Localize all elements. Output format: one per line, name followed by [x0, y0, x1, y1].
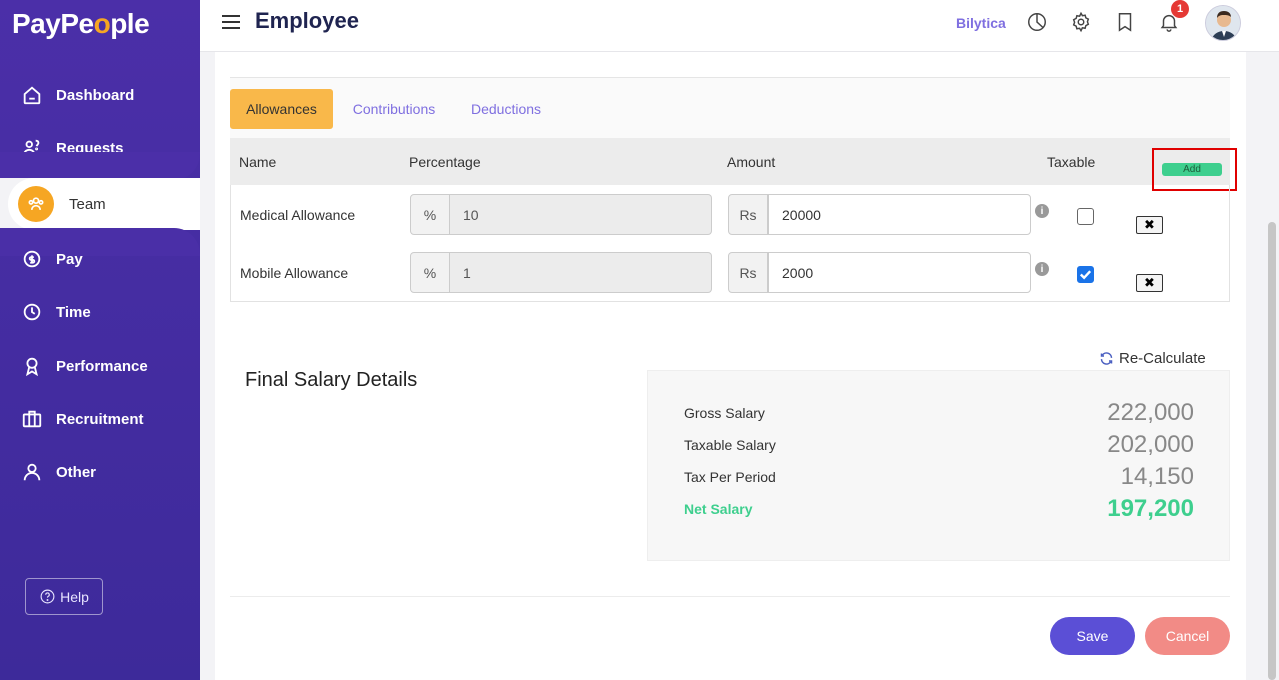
currency-addon: Rs [728, 252, 768, 293]
table-row: Mobile Allowance % 1 Rs 2000 i ✖ [231, 243, 1231, 301]
remove-row-button[interactable]: ✖ [1136, 274, 1163, 292]
sidebar: PayPeople Dashboard Requests Team Pay Ti… [0, 0, 200, 680]
sidebar-item-label: Other [56, 463, 97, 481]
sidebar-item-label: Recruitment [56, 410, 144, 428]
taxable-salary-value: 202,000 [1107, 431, 1194, 458]
refresh-icon [1100, 352, 1113, 365]
allowance-name: Medical Allowance [240, 207, 356, 223]
percentage-input[interactable]: 10 [450, 194, 712, 235]
table-row: Medical Allowance % 10 Rs 20000 i ✖ [231, 185, 1231, 243]
net-salary-label: Net Salary [684, 501, 753, 517]
column-name: Name [239, 154, 277, 170]
notification-badge: 1 [1171, 0, 1189, 18]
app-logo[interactable]: PayPeople [12, 8, 150, 40]
save-button[interactable]: Save [1050, 617, 1135, 655]
tax-per-period-label: Tax Per Period [684, 469, 776, 485]
percentage-input[interactable]: 1 [450, 252, 712, 293]
taxable-checkbox[interactable] [1077, 208, 1094, 225]
allowances-table: Medical Allowance % 10 Rs 20000 i ✖ Mobi… [230, 185, 1230, 302]
avatar[interactable] [1205, 5, 1241, 41]
pay-icon [20, 247, 44, 271]
column-amount: Amount [727, 154, 776, 170]
company-name[interactable]: Bilytica [956, 15, 1006, 31]
gross-salary-value: 222,000 [1107, 399, 1194, 426]
scrollbar[interactable] [1268, 222, 1276, 680]
check-icon [1079, 270, 1092, 280]
sidebar-item-label: Performance [56, 357, 148, 375]
sidebar-item-other[interactable]: Other [0, 450, 200, 494]
cancel-button[interactable]: Cancel [1145, 617, 1230, 655]
tab-deductions[interactable]: Deductions [460, 89, 552, 129]
table-header: Name Percentage Amount Taxable [230, 138, 1230, 185]
sidebar-item-label: Time [56, 303, 91, 321]
tab-contributions[interactable]: Contributions [340, 89, 448, 129]
currency-addon: Rs [728, 194, 768, 235]
sidebar-item-time[interactable]: Time [0, 290, 200, 334]
team-icon [18, 186, 54, 222]
bookmark-icon[interactable] [1114, 11, 1138, 35]
home-icon [20, 83, 44, 107]
final-salary-title: Final Salary Details [245, 369, 418, 391]
menu-icon[interactable] [222, 15, 240, 29]
sidebar-item-recruitment[interactable]: Recruitment [0, 397, 200, 441]
tab-allowances[interactable]: Allowances [230, 89, 333, 129]
info-icon[interactable]: i [1035, 204, 1049, 218]
column-taxable: Taxable [1047, 154, 1096, 170]
taxable-salary-label: Taxable Salary [684, 437, 776, 453]
nav-curve [0, 152, 200, 180]
help-label: Help [60, 588, 89, 605]
column-percentage: Percentage [409, 154, 481, 170]
user-icon [20, 460, 44, 484]
tabs-bar: Allowances Contributions Deductions [230, 77, 1230, 138]
clock-icon [20, 300, 44, 324]
award-icon [20, 354, 44, 378]
percent-addon: % [410, 194, 450, 235]
tax-per-period-value: 14,150 [1120, 463, 1194, 490]
sidebar-item-performance[interactable]: Performance [0, 344, 200, 388]
help-button[interactable]: Help [25, 578, 103, 615]
recalculate-button[interactable]: Re-Calculate [1099, 350, 1206, 367]
taxable-checkbox[interactable] [1077, 266, 1094, 283]
remove-row-button[interactable]: ✖ [1136, 216, 1163, 234]
help-icon [40, 589, 55, 604]
net-salary-value: 197,200 [1107, 495, 1194, 522]
gross-salary-label: Gross Salary [684, 405, 765, 421]
sidebar-item-dashboard[interactable]: Dashboard [0, 73, 200, 117]
allowance-name: Mobile Allowance [240, 265, 349, 281]
percent-addon: % [410, 252, 450, 293]
divider [230, 596, 1230, 597]
top-header: Employee Bilytica 1 [200, 0, 1279, 52]
sidebar-item-team[interactable]: Team [0, 178, 200, 230]
gear-icon[interactable] [1070, 11, 1094, 35]
sidebar-item-label: Team [69, 195, 106, 213]
sidebar-item-label: Pay [56, 250, 83, 268]
recalculate-label: Re-Calculate [1119, 350, 1206, 367]
active-pill: Team [8, 178, 200, 230]
salary-summary: Gross Salary 222,000 Taxable Salary 202,… [647, 370, 1230, 561]
page-title: Employee [255, 8, 359, 33]
briefcase-icon [20, 407, 44, 431]
amount-input[interactable]: 2000 [768, 252, 1031, 293]
info-icon[interactable]: i [1035, 262, 1049, 276]
pie-chart-icon[interactable] [1026, 11, 1050, 35]
sidebar-item-label: Dashboard [56, 86, 135, 104]
amount-input[interactable]: 20000 [768, 194, 1031, 235]
sidebar-item-pay[interactable]: Pay [0, 237, 200, 281]
